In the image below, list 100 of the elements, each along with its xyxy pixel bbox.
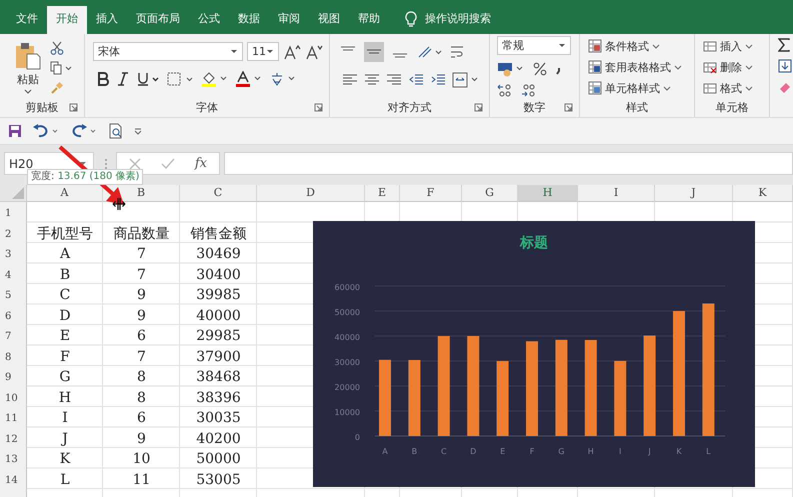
table-cell-text: 53005: [196, 470, 241, 489]
row-header[interactable]: 7: [0, 325, 26, 346]
clipboard-icon: [15, 42, 41, 70]
caret-icon: [79, 161, 87, 166]
italic-icon[interactable]: [117, 72, 129, 86]
cells-menu-button[interactable]: 插入: [703, 38, 763, 54]
column-header[interactable]: A: [27, 185, 103, 202]
grow-font-icon[interactable]: [283, 44, 301, 60]
column-header[interactable]: J: [655, 185, 733, 202]
print-preview-icon[interactable]: [108, 123, 124, 139]
table-cell-text: G: [59, 368, 71, 386]
row-header[interactable]: 1: [0, 202, 26, 222]
table-cell-text: I: [62, 409, 68, 428]
table-cell-text: 9: [137, 286, 146, 304]
column-header[interactable]: C: [180, 185, 257, 202]
axis-category-label: J: [648, 447, 651, 456]
number-format-field[interactable]: 常规: [497, 36, 571, 55]
row-header[interactable]: 8: [0, 346, 26, 366]
ribbon-tab[interactable]: 开始: [47, 6, 87, 34]
row-header[interactable]: 4: [0, 264, 26, 284]
column-header[interactable]: F: [400, 185, 462, 202]
save-icon[interactable]: [8, 124, 22, 138]
ribbon-tab[interactable]: 审阅: [269, 6, 309, 34]
cells-icon: [703, 39, 717, 53]
dialog-launcher-icon[interactable]: [474, 103, 483, 112]
fill-down-icon[interactable]: [778, 59, 792, 73]
row-header[interactable]: 11: [0, 407, 26, 428]
scissors-icon[interactable]: [50, 40, 64, 54]
increase-decimal-icon[interactable]: [497, 83, 513, 97]
row-header[interactable]: 9: [0, 366, 26, 386]
caret-icon: [663, 86, 671, 90]
percent-icon[interactable]: [533, 62, 547, 76]
column-header[interactable]: K: [733, 185, 793, 202]
customize-toolbar-icon[interactable]: [134, 127, 142, 135]
fill-color-icon[interactable]: [201, 71, 227, 87]
ribbon-tab[interactable]: 数据: [229, 6, 269, 34]
ribbon-tab[interactable]: 视图: [309, 6, 349, 34]
shrink-font-icon[interactable]: [305, 44, 323, 60]
font-size-field[interactable]: 11: [247, 42, 279, 61]
axis-category-label: K: [676, 447, 682, 456]
font-name-field[interactable]: 宋体: [93, 42, 243, 61]
row-header[interactable]: 10: [0, 386, 26, 407]
phonetic-icon[interactable]: [269, 71, 295, 87]
enter-check-icon[interactable]: [160, 158, 175, 170]
undo-icon[interactable]: [32, 124, 60, 138]
column-header[interactable]: G: [462, 185, 518, 202]
formula-input[interactable]: [224, 152, 793, 175]
style-menu-button[interactable]: 条件格式: [588, 38, 688, 54]
column-header[interactable]: D: [257, 185, 365, 202]
decrease-decimal-icon[interactable]: [521, 83, 537, 97]
decrease-indent-icon[interactable]: [408, 73, 424, 87]
row-header[interactable]: 14: [0, 468, 26, 489]
paste-button[interactable]: 粘贴: [0, 38, 50, 94]
dialog-launcher-icon[interactable]: [564, 103, 573, 112]
row-header[interactable]: 6: [0, 304, 26, 325]
row-header[interactable]: 12: [0, 428, 26, 448]
copy-icon[interactable]: [50, 60, 72, 74]
row-header[interactable]: 2: [0, 222, 26, 243]
align-center-icon[interactable]: [364, 73, 380, 87]
increase-indent-icon[interactable]: [430, 73, 446, 87]
row-header[interactable]: 3: [0, 243, 26, 264]
column-header[interactable]: E: [365, 185, 400, 202]
insert-function-button[interactable]: fx: [194, 156, 207, 171]
axis-tick-label: 20000: [334, 383, 360, 392]
style-menu-button[interactable]: 单元格样式: [588, 80, 688, 96]
ribbon-tab[interactable]: 公式: [189, 6, 229, 34]
dialog-launcher-icon[interactable]: [69, 103, 78, 112]
bold-icon[interactable]: [97, 72, 109, 86]
ribbon-tab[interactable]: 帮助: [349, 6, 389, 34]
axis-tick-label: 60000: [334, 283, 360, 292]
font-color-icon[interactable]: [235, 71, 261, 87]
ribbon-tab[interactable]: 页面布局: [127, 6, 189, 34]
middle-align-icon[interactable]: [364, 42, 384, 62]
drag-handle-icon[interactable]: [104, 156, 108, 170]
column-header[interactable]: H: [518, 185, 578, 202]
cells-menu-button[interactable]: 格式: [703, 80, 763, 96]
align-right-icon[interactable]: [386, 73, 402, 87]
ribbon-tab[interactable]: 插入: [87, 6, 127, 34]
tell-me-search[interactable]: 操作说明搜索: [425, 6, 491, 34]
row-header[interactable]: 13: [0, 448, 26, 468]
currency-icon[interactable]: [497, 61, 525, 77]
underline-icon[interactable]: [137, 72, 159, 86]
table-cell-text: D: [59, 306, 71, 325]
column-header[interactable]: I: [578, 185, 655, 202]
merge-cells-icon[interactable]: [452, 72, 478, 88]
caret-icon: [745, 44, 753, 48]
axis-tick-label: 30000: [334, 358, 360, 367]
group-label: 数字: [524, 100, 546, 114]
autosum-icon[interactable]: [778, 38, 790, 52]
style-menu-button[interactable]: 套用表格格式: [588, 59, 688, 75]
borders-icon[interactable]: [167, 72, 193, 86]
row-header[interactable]: 5: [0, 284, 26, 304]
axis-tick-label: 40000: [334, 333, 360, 342]
caret-icon: [558, 43, 566, 48]
dialog-launcher-icon[interactable]: [314, 103, 323, 112]
cells-menu-button[interactable]: 删除: [703, 59, 763, 75]
ribbon-tab[interactable]: 文件: [7, 6, 47, 34]
redo-icon[interactable]: [70, 124, 98, 138]
eraser-icon[interactable]: [778, 80, 792, 94]
align-left-icon[interactable]: [342, 73, 358, 87]
